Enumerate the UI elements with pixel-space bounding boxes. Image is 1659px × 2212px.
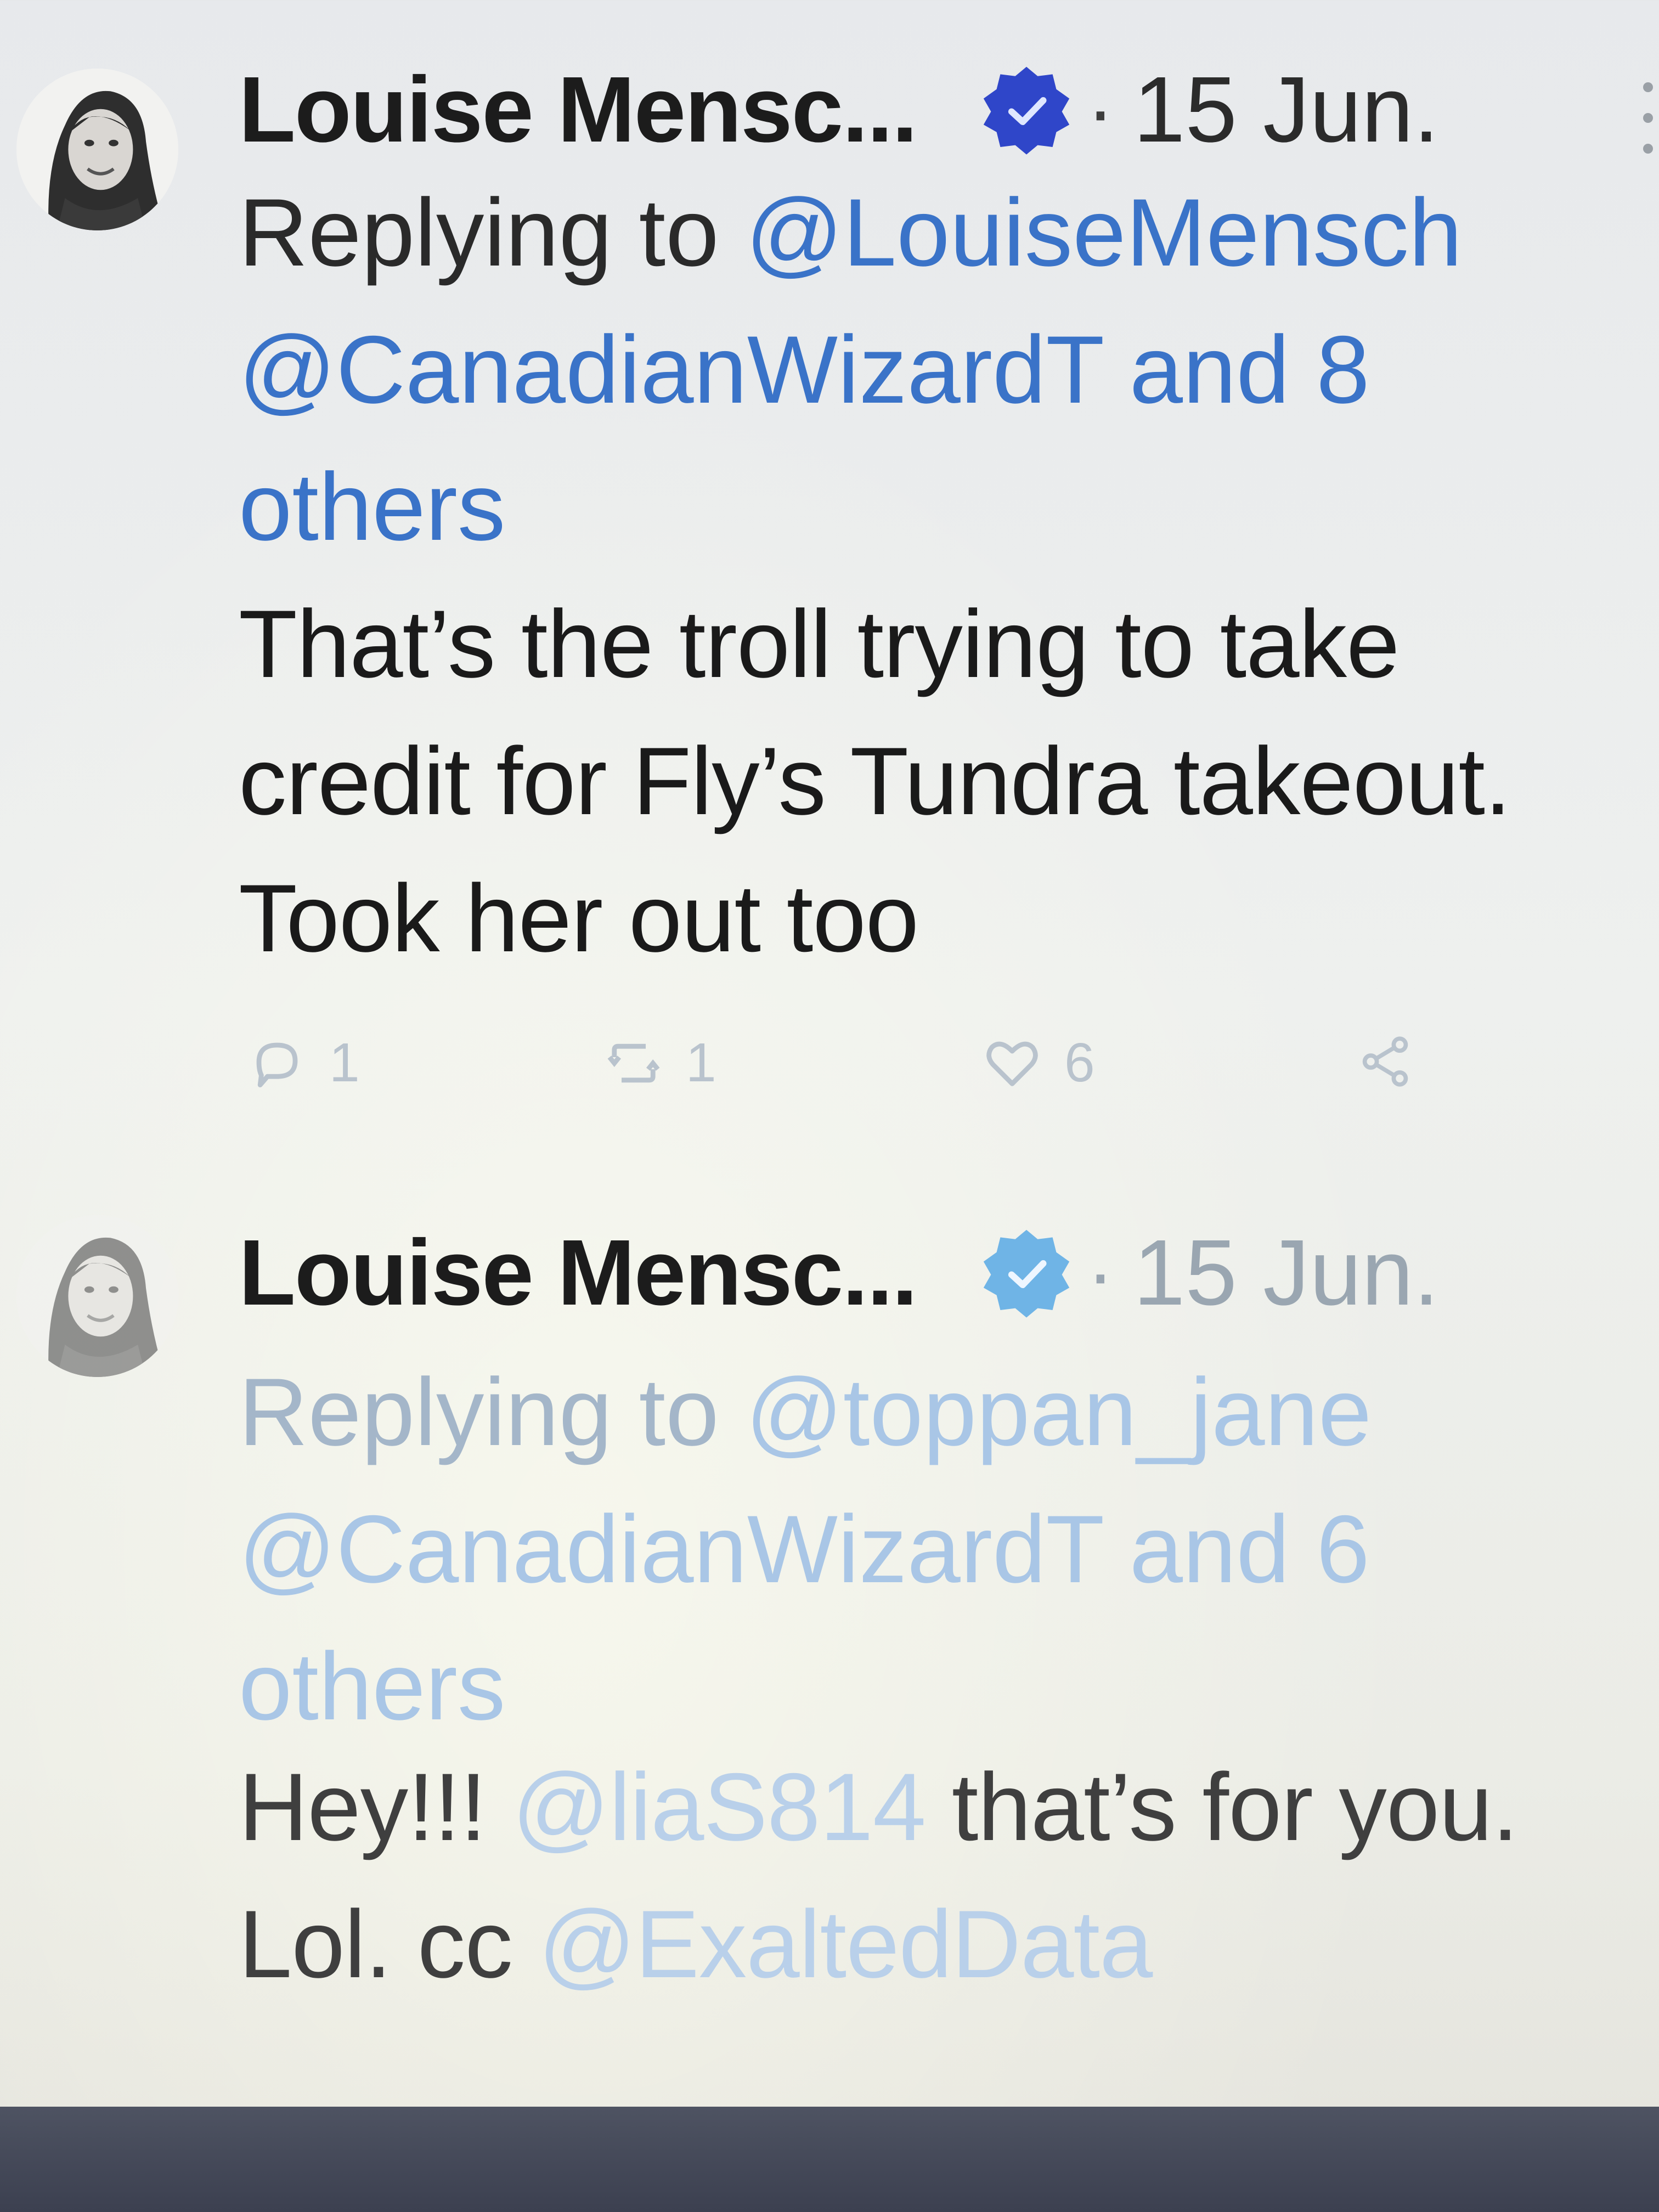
replying-to-line: Replying to @toppan_jane @CanadianWizard… — [239, 1344, 1643, 1756]
reply-icon — [247, 1033, 307, 1093]
avatar-image — [16, 69, 178, 230]
tweet-text-segment: that’s for you. — [951, 1754, 1519, 1861]
author-name[interactable]: Louise Mensc... — [239, 56, 918, 163]
heart-icon — [982, 1033, 1042, 1093]
replying-to-label: Replying to — [239, 179, 719, 286]
avatar[interactable] — [16, 69, 178, 230]
tweet[interactable]: Louise Mensc... · 15 Jun. Replying to @t… — [0, 1174, 1659, 2107]
tweet-header: Louise Mensc... · 15 Jun. — [239, 1210, 1439, 1336]
tweet-text-segment: Hey!!! — [239, 1754, 487, 1861]
more-options-icon[interactable] — [1637, 82, 1659, 154]
share-button[interactable] — [1355, 1031, 1415, 1092]
reply-count: 1 — [329, 1032, 360, 1093]
share-icon — [1355, 1031, 1415, 1092]
separator-dot: · — [1086, 1226, 1114, 1319]
avatar[interactable] — [16, 1215, 178, 1377]
reply-button[interactable]: 1 — [247, 1031, 360, 1094]
like-count: 6 — [1064, 1032, 1095, 1093]
retweet-icon — [603, 1033, 664, 1093]
tweet-text-line: credit for Fly’s Tundra takeout. — [239, 728, 1511, 835]
tweet-text-line: Hey!!! @liaS814 that’s for you. — [239, 1739, 1659, 1876]
reply-mention-link[interactable]: @LouiseMensch — [746, 179, 1462, 286]
tweet-text-line: Took her out too — [239, 865, 919, 972]
tweet-text-segment: Lol. cc — [239, 1891, 513, 1998]
retweet-count: 1 — [686, 1032, 716, 1093]
tweet-date[interactable]: 15 Jun. — [1133, 1219, 1440, 1327]
tweet[interactable]: Louise Mensc... · 15 Jun. Replying to @L… — [0, 0, 1659, 1174]
reply-mention-link[interactable]: @CanadianWizardT — [239, 1496, 1103, 1603]
separator-dot: · — [1086, 63, 1114, 156]
tweet-text: Hey!!! @liaS814 that’s for you. Lol. cc … — [239, 1739, 1659, 2013]
like-button[interactable]: 6 — [982, 1031, 1095, 1094]
author-name[interactable]: Louise Mensc... — [239, 1219, 918, 1327]
mention-link[interactable]: @liaS814 — [512, 1754, 926, 1861]
avatar-image — [16, 1215, 178, 1377]
tweet-date[interactable]: 15 Jun. — [1133, 56, 1440, 163]
tweet-actions: 1 1 6 — [247, 1031, 1454, 1108]
mention-link[interactable]: @ExaltedData — [538, 1891, 1153, 1998]
replying-to-line: Replying to @LouiseMensch @CanadianWizar… — [239, 165, 1643, 576]
tweet-text: That’s the troll trying to take credit f… — [239, 576, 1659, 988]
reply-mention-link[interactable]: @CanadianWizardT — [239, 317, 1103, 424]
verified-badge-icon — [980, 63, 1073, 156]
bottom-bezel — [0, 2107, 1659, 2212]
verified-badge-icon — [980, 1226, 1073, 1319]
tweet-text-line: Lol. cc @ExaltedData — [239, 1876, 1659, 2013]
tweet-text-line: That’s the troll trying to take — [239, 591, 1400, 698]
tweet-header: Louise Mensc... · 15 Jun. — [239, 47, 1439, 173]
retweet-button[interactable]: 1 — [603, 1031, 716, 1094]
reply-mention-link[interactable]: @toppan_jane — [746, 1359, 1372, 1466]
replying-to-label: Replying to — [239, 1359, 719, 1466]
